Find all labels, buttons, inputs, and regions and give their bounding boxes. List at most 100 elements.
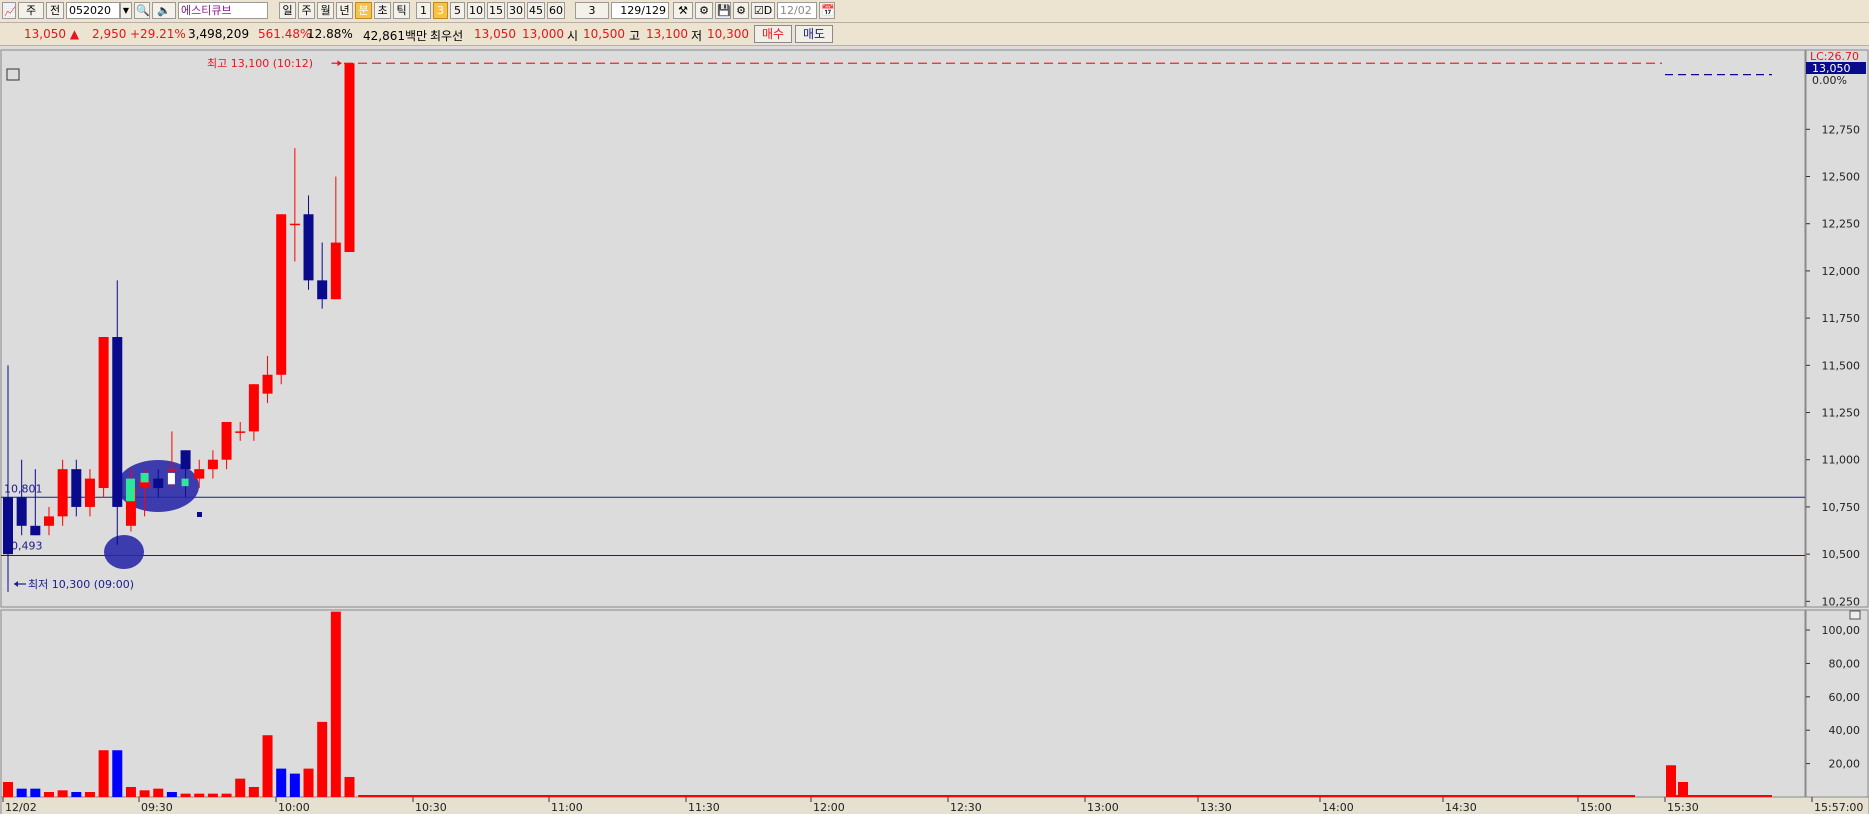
time-tick-label: 15:30 [1667,801,1699,814]
price-change-pct: +29.21% [130,27,186,41]
stock-type-select[interactable]: 주 [18,2,44,19]
indicator-icon[interactable]: ⚙ [695,2,713,19]
chart-menu-icon[interactable]: 📈 [2,2,16,19]
volume-bar [235,778,246,797]
candle-body [3,497,13,555]
tools-icon[interactable]: ⚒ [673,2,693,19]
low-label: 저 [691,29,703,43]
time-tick-label: 15:00 [1580,801,1612,814]
volume: 3,498,209 [188,27,250,41]
interval-button-60[interactable]: 60 [547,2,565,19]
high-annotation: 최고 13,100 (10:12) [207,57,313,70]
volume-tick-label: 40,00 [1829,724,1861,737]
low-price: 10,300 [707,27,749,41]
candle-highlight [181,478,189,487]
code-dropdown-icon[interactable]: ▼ [120,2,132,19]
stock-name: 에스티큐브 [178,2,268,19]
price-tick-label: 10,750 [1822,501,1861,514]
buy-button[interactable]: 매수 [754,25,792,43]
count-input[interactable]: 129/129 [611,2,669,19]
interval-button-3[interactable]: 3 [433,2,448,19]
volume-bar [330,611,341,797]
candle-body [248,384,259,432]
price-tick-label: 10,250 [1822,595,1861,608]
candle-body [57,469,68,517]
volume-bar [194,793,205,797]
interval-value-input[interactable]: 3 [575,2,609,19]
volume-tick-label: 100,00 [1822,624,1861,637]
candle-body [166,469,177,471]
interval-button-1[interactable]: 1 [416,2,431,19]
period-button-3[interactable]: 년 [336,2,353,19]
calendar-icon[interactable]: 📅 [819,2,835,19]
volume-bar [43,791,54,797]
time-tick-label: 10:30 [415,801,447,814]
save-icon[interactable]: 💾 [715,2,731,19]
trade-amount: 42,861백만 [363,29,428,43]
candle-highlight [140,472,149,483]
best-bid: 13,000 [522,27,564,41]
search-icon[interactable]: 🔍 [134,2,150,19]
volume-tick-label: 20,00 [1829,758,1861,771]
period-button-0[interactable]: 일 [279,2,296,19]
interval-button-10[interactable]: 10 [467,2,485,19]
volume-bar [84,791,95,797]
low-annotation: 최저 10,300 (09:00) [28,578,134,591]
time-tick-label: 14:00 [1322,801,1354,814]
candle-body [276,214,287,375]
speaker-icon[interactable]: 🔈 [152,2,176,19]
volume-bar [71,791,82,797]
candle-body [317,280,328,300]
candle-body [235,431,246,433]
volume-tick-label: 80,00 [1829,657,1861,670]
interval-button-15[interactable]: 15 [487,2,505,19]
interval-button-5[interactable]: 5 [450,2,465,19]
candle-body [221,421,232,460]
period-button-6[interactable]: 틱 [393,2,410,19]
highlight-ellipse [104,535,144,569]
period-button-4[interactable]: 분 [355,2,372,19]
toolbar: 📈 주 전 052020 ▼ 🔍 🔈 에스티큐브 3 129/129 ⚒ ⚙ 💾… [0,0,1869,23]
time-tick-label: 09:30 [141,801,173,814]
volume-bar [344,776,355,797]
sell-button[interactable]: 매도 [795,25,833,43]
interval-button-45[interactable]: 45 [527,2,545,19]
volume-bar [303,768,314,797]
stock-code-input[interactable]: 052020 [66,2,120,19]
volume-bar [221,793,232,797]
open-label: 시 [567,29,579,43]
candle-body [289,223,300,226]
candle-body [330,242,341,300]
volume-bar [112,750,123,797]
price-tick-label: 11,000 [1822,454,1861,467]
volume-bar [139,790,150,797]
candle-body [84,478,95,507]
period-button-5[interactable]: 초 [374,2,391,19]
price-tick-label: 11,250 [1822,407,1861,420]
price-tick-label: 12,750 [1822,123,1861,136]
price-tick-label: 12,500 [1822,171,1861,184]
interval-button-30[interactable]: 30 [507,2,525,19]
turnover: 12.88% [307,27,353,41]
volume-bar [153,788,164,797]
date-input[interactable]: 12/02 [777,2,817,19]
candle-body [207,459,218,470]
candle-body [344,63,355,253]
chart-area[interactable]: 12,750 12,500 12,250 12,000 11,750 11,500 11,2… [0,46,1869,814]
time-tick-label: 11:00 [551,801,583,814]
candle-body [262,374,273,394]
high-price: 13,100 [646,27,688,41]
candle-body [98,336,109,489]
period-button-2[interactable]: 월 [317,2,334,19]
time-tick-label: 10:00 [278,801,310,814]
volume-bar [1678,781,1688,797]
settings-icon[interactable]: ⚙ [733,2,749,19]
market-select[interactable]: 전 [46,2,64,19]
date-checkbox[interactable]: ☑D [751,2,775,19]
price-tick-label: 11,750 [1822,312,1861,325]
pane-minimize-icon[interactable] [1849,610,1861,620]
candle-body [71,469,82,507]
period-button-1[interactable]: 주 [298,2,315,19]
candle-body [194,469,205,479]
candle-body [180,450,191,470]
